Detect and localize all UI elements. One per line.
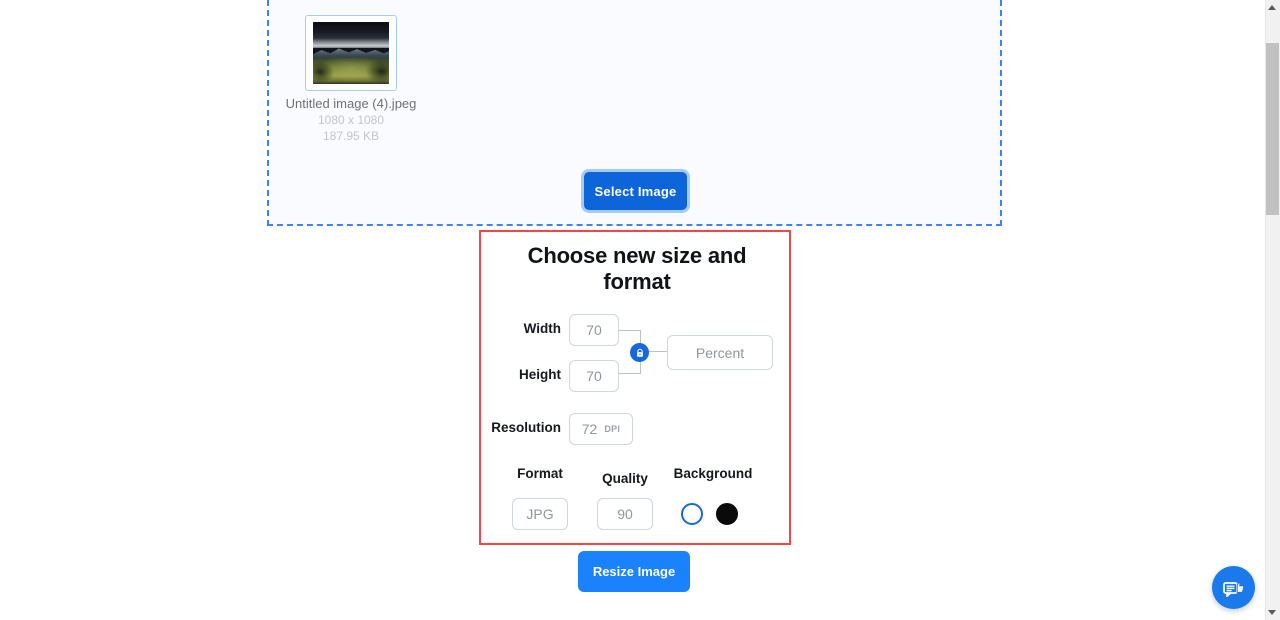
unit-select[interactable]: Percent <box>667 335 773 370</box>
image-dropzone[interactable]: ✕ Untitled image (4).jpeg 1080 x 1080 18… <box>267 0 1002 226</box>
scroll-up-arrow-icon[interactable] <box>1268 5 1276 10</box>
thumbnail-sky-layer <box>313 22 389 49</box>
thumbnail-foliage-right <box>366 59 389 84</box>
background-label: Background <box>673 466 753 481</box>
resolution-value: 72 <box>581 421 598 437</box>
format-select[interactable]: JPG <box>512 498 568 530</box>
page-root: ✕ Untitled image (4).jpeg 1080 x 1080 18… <box>0 0 1280 620</box>
panel-title: Choose new size and format <box>527 243 747 294</box>
file-dimensions: 1080 x 1080 <box>317 113 385 127</box>
width-label: Width <box>523 321 561 336</box>
file-size: 187.95 KB <box>322 129 380 143</box>
background-swatch-transparent[interactable] <box>681 503 703 525</box>
lock-icon[interactable] <box>630 343 649 362</box>
file-name: Untitled image (4).jpeg <box>285 96 417 111</box>
resize-image-button[interactable]: Resize Image <box>578 551 690 592</box>
image-thumbnail <box>313 22 389 84</box>
image-thumbnail-card[interactable] <box>305 15 397 91</box>
resolution-label: Resolution <box>491 420 561 435</box>
height-input[interactable]: 70 <box>569 360 619 392</box>
file-metadata: Untitled image (4).jpeg 1080 x 1080 187.… <box>281 96 421 144</box>
resolution-input[interactable]: 72 DPI <box>569 413 633 445</box>
width-input[interactable]: 70 <box>569 314 619 346</box>
thumbnail-foliage-left <box>313 60 335 84</box>
resolution-unit: DPI <box>604 424 621 434</box>
scroll-down-arrow-icon[interactable] <box>1268 610 1276 615</box>
height-label: Height <box>519 367 561 382</box>
scrollbar-thumb[interactable] <box>1266 43 1279 215</box>
background-swatch-black[interactable] <box>716 503 738 525</box>
quality-input[interactable]: 90 <box>597 498 653 530</box>
format-label: Format <box>517 466 563 481</box>
feedback-thumbs-up-icon[interactable] <box>1212 566 1255 609</box>
resize-options-panel: Choose new size and format Width 70 Heig… <box>479 230 791 545</box>
select-image-button[interactable]: Select Image <box>584 172 687 210</box>
